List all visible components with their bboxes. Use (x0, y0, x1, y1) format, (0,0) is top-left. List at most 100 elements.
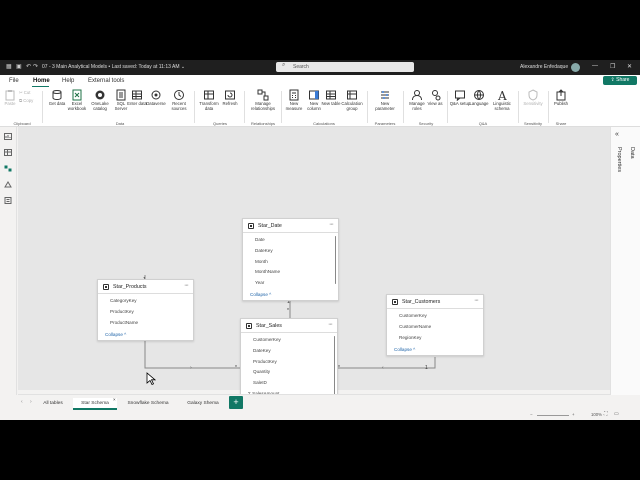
file-title[interactable]: 07 - 3 Main Analytical Models • Last sav… (42, 64, 185, 70)
share-button[interactable]: ⇪ Share (603, 76, 637, 85)
tab-star-schema[interactable]: Star Schema (73, 398, 117, 410)
tmdl-view-icon[interactable] (4, 197, 12, 204)
minimize-icon[interactable]: — (592, 63, 598, 69)
redo-icon[interactable]: ↷ (33, 63, 38, 70)
paste-button[interactable]: Paste (2, 89, 18, 107)
field-item[interactable]: ProductKey (110, 307, 193, 318)
ribbon-separator (447, 91, 448, 123)
user-name[interactable]: Alexandre Enfedaque (520, 64, 568, 70)
table-view-icon[interactable] (4, 149, 12, 156)
copy-label: Copy (23, 98, 34, 103)
more-options-icon[interactable]: ··· (184, 282, 189, 289)
undo-icon[interactable]: ↶ (26, 63, 31, 70)
close-icon[interactable]: ✕ (627, 63, 632, 70)
more-options-icon[interactable]: ··· (328, 321, 333, 328)
language-button[interactable]: Language (468, 89, 490, 107)
more-options-icon[interactable]: ··· (474, 297, 479, 304)
table-header[interactable]: Star_Products ··· (98, 280, 193, 294)
collapse-button[interactable]: Collapse ^ (250, 292, 271, 297)
calculation-group-button[interactable]: Calculation group (339, 89, 365, 112)
field-item[interactable]: Month (255, 257, 338, 268)
close-tab-icon[interactable]: × (113, 397, 116, 402)
excel-workbook-button[interactable]: Excel workbook (66, 89, 88, 112)
tab-snowflake-schema[interactable]: Snowflake Schema (122, 398, 174, 410)
add-page-button[interactable]: + (229, 396, 243, 409)
table-header[interactable]: Star_Sales ··· (241, 319, 337, 333)
sensitivity-button[interactable]: Sensitivity (521, 89, 545, 107)
recent-sources-label: Recent sources (171, 101, 187, 111)
field-item[interactable]: Date (255, 235, 338, 246)
excel-label: Excel workbook (67, 101, 87, 111)
field-item[interactable]: ProductName (110, 318, 193, 329)
search-box[interactable]: ⌕ Search (276, 62, 414, 72)
relationship-customers-sales[interactable] (338, 357, 436, 369)
field-item[interactable]: DateKey (255, 246, 338, 257)
save-icon[interactable]: ▣ (16, 63, 22, 70)
linguistic-schema-button[interactable]: A Linguistic schema (490, 89, 514, 112)
chevron-left-icon[interactable]: ‹ (21, 399, 23, 405)
ribbon-separator (367, 91, 368, 123)
fit-to-screen-icon[interactable]: ⛶ (604, 411, 608, 417)
field-item[interactable]: CustomerKey (399, 311, 483, 322)
collapse-label: Collapse (105, 332, 123, 337)
field-item[interactable]: DateKey (253, 346, 337, 357)
new-parameter-button[interactable]: New parameter (371, 89, 399, 112)
cut-button[interactable]: ✂ Cut (19, 90, 41, 96)
recent-sources-button[interactable]: Recent sources (168, 89, 190, 112)
recent-sources-icon (174, 90, 184, 100)
table-card-star-date[interactable]: Star_Date ··· Date DateKey Month MonthNa… (242, 218, 339, 301)
data-pane-tab[interactable]: Data (629, 147, 635, 159)
collapse-button[interactable]: Collapse ^ (105, 332, 126, 337)
minimap-icon[interactable]: ▭ (614, 411, 619, 417)
manage-relationships-button[interactable]: Manage relationships (248, 89, 278, 112)
new-measure-button[interactable]: New measure (283, 89, 305, 112)
publish-button[interactable]: Publish (550, 89, 572, 107)
collapse-button[interactable]: Collapse ^ (394, 347, 415, 352)
field-item[interactable]: MonthName (255, 267, 338, 278)
collapse-pane-icon[interactable]: « (615, 131, 619, 138)
field-item[interactable]: CustomerName (399, 322, 483, 333)
avatar[interactable] (571, 63, 580, 72)
dataverse-button[interactable]: Dataverse (145, 89, 167, 107)
tab-file[interactable]: File (9, 78, 19, 84)
get-data-button[interactable]: Get data (46, 89, 68, 107)
restore-icon[interactable]: ❐ (610, 63, 615, 70)
scrollbar[interactable] (334, 236, 336, 284)
onelake-catalog-button[interactable]: OneLake catalog (89, 89, 111, 112)
tab-home[interactable]: Home (33, 78, 50, 84)
tab-galaxy-shema[interactable]: Galaxy Shema (181, 398, 225, 410)
field-item[interactable]: RegionKey (399, 333, 483, 344)
tab-help[interactable]: Help (62, 78, 74, 84)
field-item[interactable]: Quantity (253, 367, 337, 378)
zoom-in-icon[interactable]: + (572, 412, 575, 417)
table-card-star-customers[interactable]: Star_Customers ··· CustomerKey CustomerN… (386, 294, 484, 356)
scrollbar[interactable] (333, 336, 335, 398)
chevron-right-icon[interactable]: › (30, 399, 32, 405)
view-as-button[interactable]: View as (424, 89, 446, 107)
refresh-button[interactable]: Refresh (219, 89, 241, 107)
zoom-out-icon[interactable]: − (530, 412, 533, 417)
field-item[interactable]: ProductKey (253, 357, 337, 368)
model-canvas[interactable]: 1 * 1 › * * ‹ 1 Star_Date ··· Date DateK… (18, 127, 610, 420)
field-item[interactable]: Year (255, 278, 338, 289)
report-view-icon[interactable] (4, 133, 12, 140)
dax-query-view-icon[interactable] (4, 181, 12, 188)
group-qa-label: Q&A (478, 121, 488, 126)
table-card-star-products[interactable]: Star_Products ··· CategoryKey ProductKey… (97, 279, 194, 341)
new-table-icon (326, 90, 336, 100)
table-header[interactable]: Star_Customers ··· (387, 295, 483, 309)
copy-button[interactable]: ⧉ Copy (19, 98, 41, 104)
tab-all-tables[interactable]: All tables (38, 398, 68, 410)
tab-external-tools[interactable]: External tools (88, 78, 124, 84)
field-item[interactable]: CustomerKey (253, 335, 337, 346)
more-options-icon[interactable]: ··· (329, 221, 334, 228)
zoom-slider[interactable] (537, 415, 569, 416)
transform-data-button[interactable]: Transform data (198, 89, 220, 112)
svg-text:A: A (497, 89, 507, 101)
properties-pane-tab[interactable]: Properties (616, 147, 622, 172)
table-icon (392, 299, 398, 305)
field-item[interactable]: SaleID (253, 378, 337, 389)
model-view-icon[interactable] (4, 165, 12, 172)
table-header[interactable]: Star_Date ··· (243, 219, 338, 233)
field-item[interactable]: CategoryKey (110, 296, 193, 307)
